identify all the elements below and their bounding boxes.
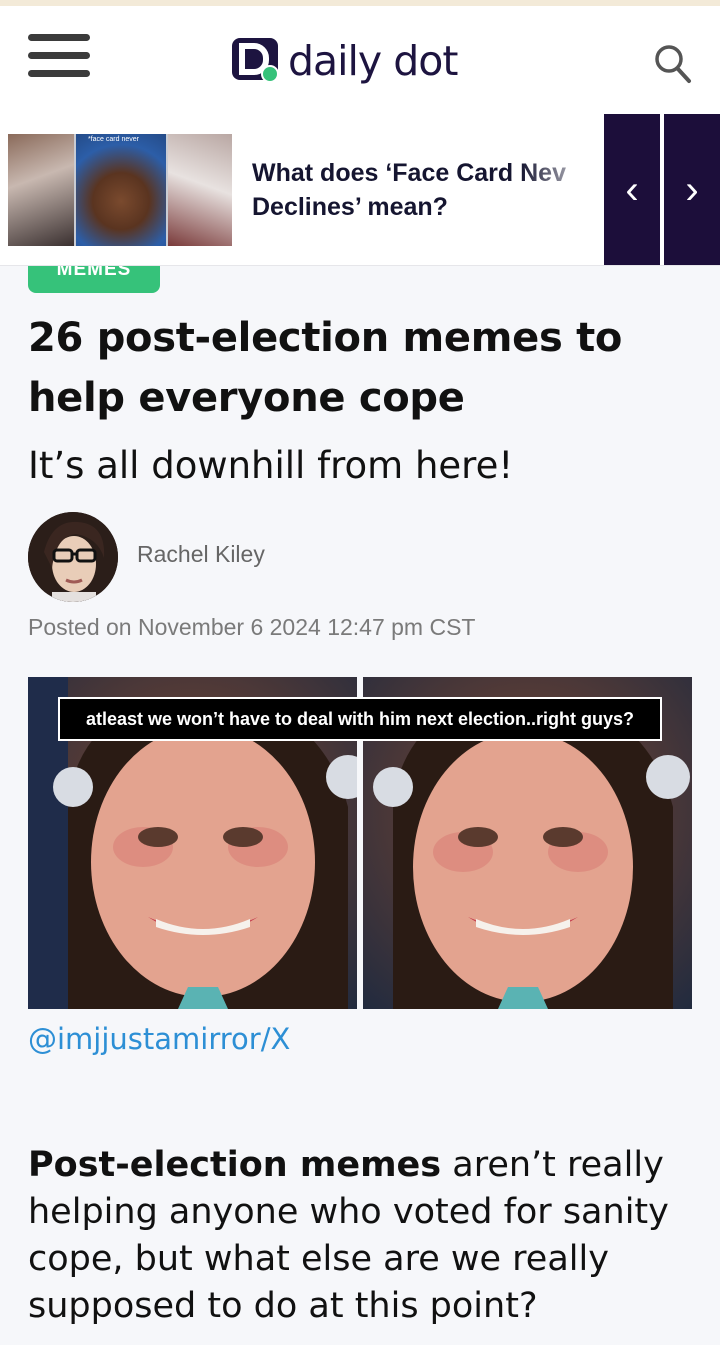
title-fade — [520, 144, 604, 234]
chevron-right-icon: › — [685, 167, 699, 212]
hamburger-menu-icon[interactable] — [28, 34, 90, 80]
promo-title-line1: What does ‘Face Card Nev — [252, 159, 566, 187]
carousel-prev-button[interactable]: ‹ — [604, 114, 660, 265]
category-tag[interactable]: MEMES — [28, 266, 160, 293]
daily-dot-logo-icon — [232, 38, 279, 83]
image-credit-link[interactable]: @imjjustamirror/X — [28, 1022, 290, 1056]
article-image: atleast we won’t have to deal with him n… — [28, 677, 692, 1009]
author-name[interactable]: Rachel Kiley — [137, 541, 265, 568]
article-body-paragraph: Post-election memes aren’t really helpin… — [28, 1142, 698, 1330]
article-headline: 26 post-election memes to help everyone … — [28, 315, 623, 421]
post-date: Posted on November 6 2024 12:47 pm CST — [28, 614, 476, 640]
body-bold-link[interactable]: Post-election memes — [28, 1145, 441, 1185]
carousel-next-button[interactable]: › — [664, 114, 720, 265]
article-subheadline: It’s all downhill from here! — [28, 444, 514, 487]
site-header: daily dot — [0, 6, 720, 114]
promo-thumbnail[interactable]: *face card never — [8, 134, 232, 246]
meme-caption: atleast we won’t have to deal with him n… — [58, 697, 662, 741]
author-avatar[interactable] — [28, 512, 118, 602]
search-icon[interactable] — [654, 44, 692, 84]
logo-text: daily dot — [288, 36, 458, 85]
thumb-caption: *face card never — [88, 136, 139, 143]
related-article-carousel[interactable]: *face card never What does ‘Face Card Ne… — [0, 114, 720, 266]
chevron-left-icon: ‹ — [625, 167, 639, 212]
author-photo — [28, 512, 118, 602]
site-logo[interactable]: daily dot — [232, 36, 458, 86]
